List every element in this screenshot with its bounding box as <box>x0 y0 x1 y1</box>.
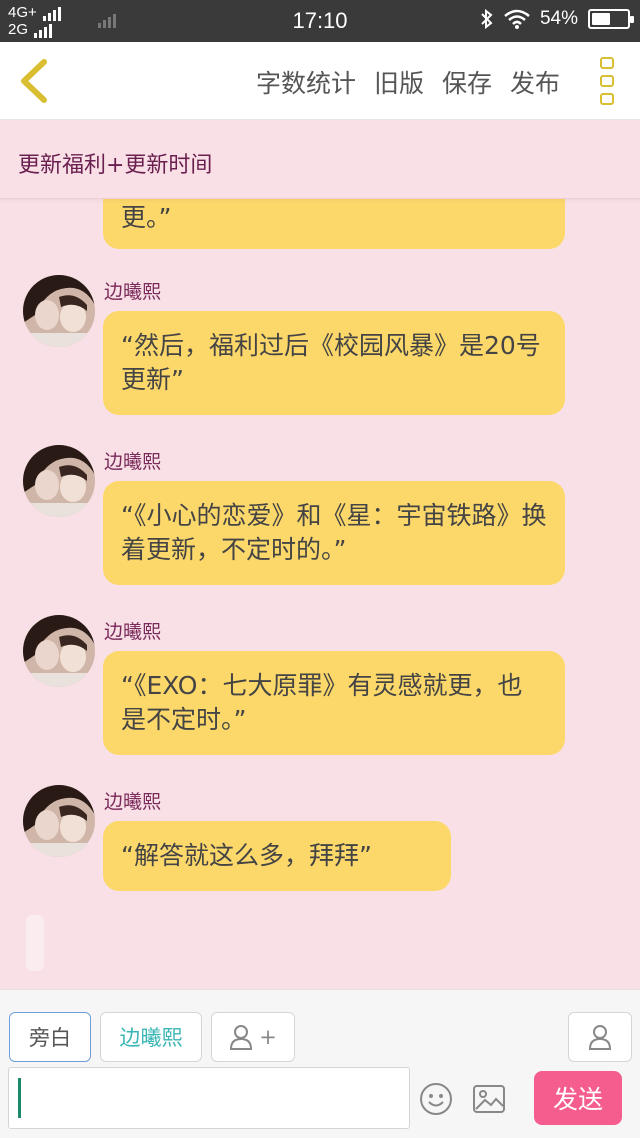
user-role-button[interactable] <box>568 1012 632 1062</box>
more-icon-dot <box>600 75 614 87</box>
avatar[interactable] <box>23 275 95 347</box>
sender-name: 边曦熙 <box>104 621 162 643</box>
avatar-photo <box>23 615 95 687</box>
send-button[interactable]: 发送 <box>534 1071 622 1125</box>
back-button[interactable] <box>14 56 54 106</box>
more-icon-dot <box>600 57 614 69</box>
bluetooth-icon <box>481 8 493 30</box>
story-title: 更新福利+更新时间 <box>18 153 213 178</box>
story-title-bar[interactable]: 更新福利+更新时间 <box>0 121 640 199</box>
avatar-photo <box>23 785 95 857</box>
chat-area[interactable]: 更。” 边曦熙 “然后，福利过后《校园风暴》是20号更新” 边曦熙 “《小心的恋… <box>0 199 640 989</box>
user-icon <box>588 1025 612 1050</box>
message-bubble[interactable]: “解答就这么多，拜拜” <box>103 821 451 891</box>
sender-name: 边曦熙 <box>104 281 162 303</box>
word-count-button[interactable]: 字数统计 <box>256 64 356 100</box>
sender-name: 边曦熙 <box>104 451 162 473</box>
avatar[interactable] <box>23 445 95 517</box>
battery-icon <box>588 9 634 29</box>
text-cursor <box>18 1078 21 1118</box>
user-icon <box>230 1025 253 1050</box>
message-bubble[interactable]: 更。” <box>103 199 565 249</box>
message-bubble[interactable]: “《EXO：七大原罪》有灵感就更，也是不定时。” <box>103 651 565 755</box>
save-button[interactable]: 保存 <box>442 64 492 100</box>
old-version-button[interactable]: 旧版 <box>374 64 424 100</box>
image-icon[interactable] <box>472 1084 506 1114</box>
avatar[interactable] <box>23 785 95 857</box>
add-character-button[interactable]: + <box>211 1012 295 1062</box>
wifi-icon <box>504 9 530 29</box>
more-menu-button[interactable] <box>600 57 616 105</box>
toolbar-actions: 字数统计 旧版 保存 发布 <box>256 64 560 100</box>
message-bubble[interactable]: “《小心的恋爱》和《星：宇宙铁路》换着更新，不定时的。” <box>103 481 565 585</box>
plus-icon: + <box>259 1025 277 1049</box>
sender-name: 边曦熙 <box>104 791 162 813</box>
avatar-photo <box>23 445 95 517</box>
composer-panel: 旁白 边曦熙 + 发送 <box>0 989 640 1138</box>
battery-percent: 54% <box>539 8 578 29</box>
status-bar: 4G+ 2G 17:10 54% <box>0 0 640 42</box>
avatar[interactable] <box>23 615 95 687</box>
narrator-role-button[interactable]: 旁白 <box>9 1012 91 1062</box>
message-input[interactable] <box>8 1067 410 1129</box>
avatar-photo <box>23 275 95 347</box>
chevron-left-icon <box>21 59 47 103</box>
message-bubble[interactable]: “然后，福利过后《校园风暴》是20号更新” <box>103 311 565 415</box>
scrollbar-thumb[interactable] <box>26 915 44 971</box>
publish-button[interactable]: 发布 <box>510 64 560 100</box>
battery-level <box>592 13 611 25</box>
more-icon-dot <box>600 93 614 105</box>
character-role-button[interactable]: 边曦熙 <box>100 1012 202 1062</box>
emoji-icon[interactable] <box>419 1082 453 1116</box>
top-toolbar: 字数统计 旧版 保存 发布 <box>0 42 640 120</box>
